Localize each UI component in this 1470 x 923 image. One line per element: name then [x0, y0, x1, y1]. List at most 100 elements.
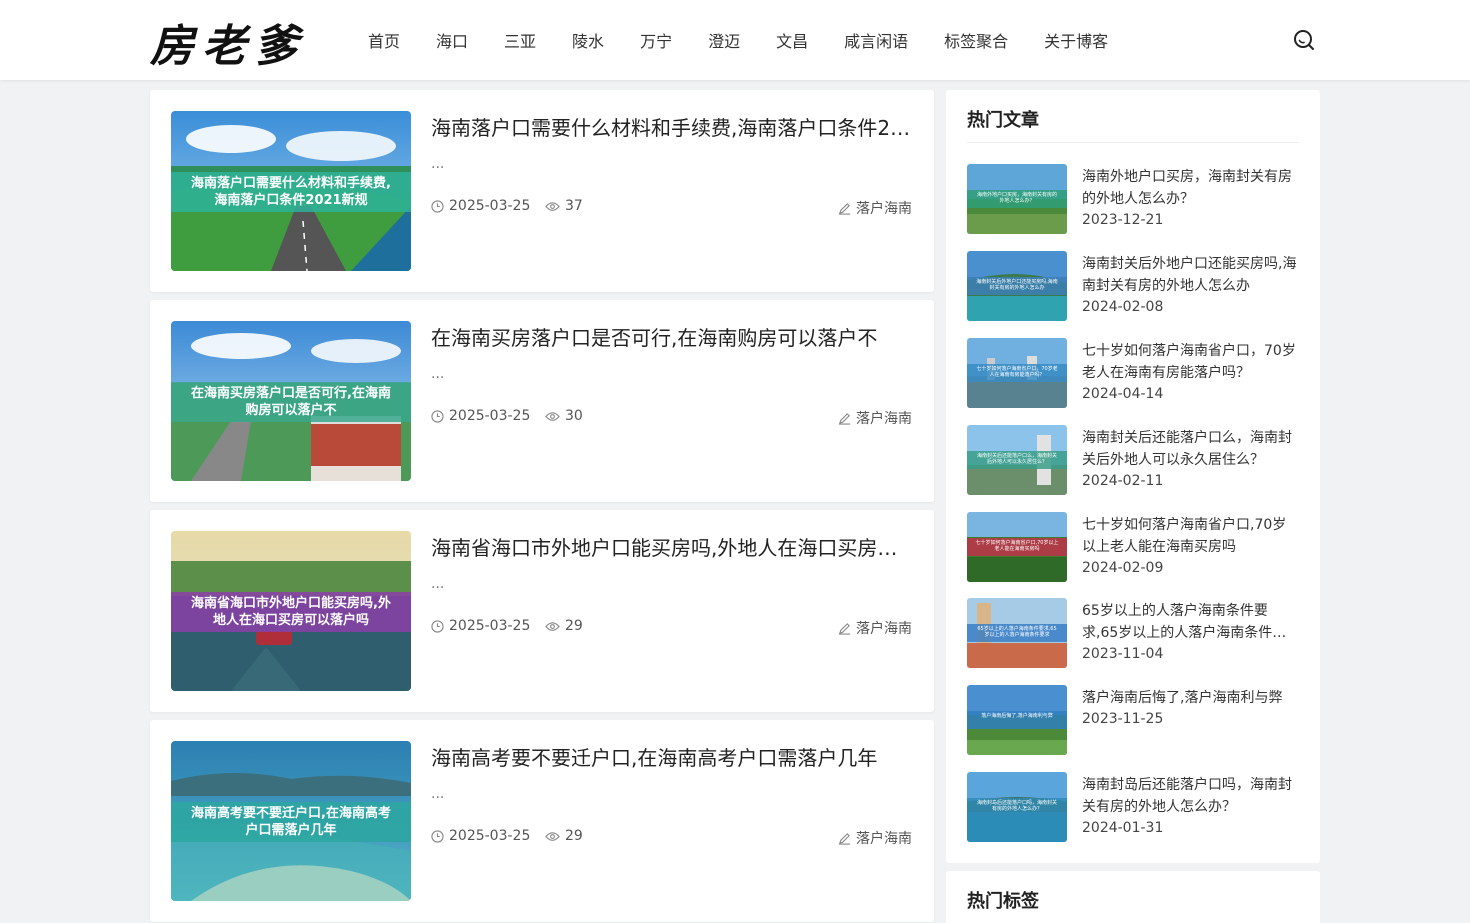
- post-card: 海南省海口市外地户口能买房吗,外地人在海口买房可以落户吗 海南省海口市外地户口能…: [150, 510, 934, 712]
- post-thumbnail[interactable]: 在海南买房落户口是否可行,在海南购房可以落户不: [171, 321, 411, 481]
- thumbnail-caption: 在海南买房落户口是否可行,在海南购房可以落户不: [171, 382, 411, 422]
- hot-tags-widget: 热门标签: [946, 871, 1320, 923]
- post-views: 29: [545, 828, 583, 844]
- hot-article-date: 2023-12-21: [1082, 212, 1164, 228]
- divider: [967, 142, 1299, 143]
- eye-icon: [545, 411, 560, 421]
- post-category-label: 落户海南: [856, 831, 912, 847]
- post-title[interactable]: 海南省海口市外地户口能买房吗,外地人在海口买房可以落户吗: [431, 532, 911, 561]
- post-excerpt: ...: [431, 156, 445, 172]
- hot-article-item[interactable]: 七十岁如何落户海南省户口，70岁老人在海南有房能落户吗？ 七十岁如何落户海南省户…: [967, 338, 1299, 408]
- nav-item-tags[interactable]: 标签聚合: [926, 28, 1026, 52]
- hot-article-item[interactable]: 海南外地户口买房，海南封关有房的外地人怎么办？ 海南外地户口买房，海南封关有房的…: [967, 164, 1299, 234]
- post-date: 2025-03-25: [431, 828, 530, 844]
- search-icon[interactable]: [1292, 28, 1316, 52]
- post-views-count: 29: [565, 828, 583, 844]
- post-date-text: 2025-03-25: [449, 618, 531, 634]
- nav-item-wenchang[interactable]: 文昌: [758, 28, 826, 52]
- hot-article-title: 七十岁如何落户海南省户口,70岁以上老人能在海南买房吗: [1082, 517, 1287, 555]
- edit-icon: [838, 832, 851, 845]
- hot-article-item[interactable]: 海南封关后外地户口还能买房吗,海南封关有房的外地人怎么办 海南封关后外地户口还能…: [967, 251, 1299, 321]
- hot-article-item[interactable]: 落户海南后悔了,落户海南利与弊 落户海南后悔了,落户海南利与弊 2023-11-…: [967, 685, 1299, 755]
- hot-article-title: 海南封岛后还能落户口吗，海南封关有房的外地人怎么办？: [1082, 777, 1292, 815]
- post-views-count: 37: [565, 198, 583, 214]
- hot-article-thumbnail: 海南封岛后还能落户口吗，海南封关有房的外地人怎么办？: [967, 772, 1067, 842]
- hot-article-thumbnail: 七十岁如何落户海南省户口,70岁以上老人能在海南买房吗: [967, 512, 1067, 582]
- nav-item-about[interactable]: 关于博客: [1026, 28, 1126, 52]
- eye-icon: [545, 621, 560, 631]
- thumbnail-caption: 海南省海口市外地户口能买房吗,外地人在海口买房可以落户吗: [171, 592, 411, 632]
- main-nav: 首页 海口 三亚 陵水 万宁 澄迈 文昌 咸言闲语 标签聚合 关于博客: [350, 0, 1126, 80]
- widget-title: 热门文章: [967, 110, 1039, 131]
- post-excerpt: ...: [431, 576, 445, 592]
- post-category[interactable]: 落户海南: [838, 828, 912, 848]
- hot-article-title: 海南封关后还能落户口么，海南封关后外地人可以永久居住么？: [1082, 430, 1292, 468]
- hot-article-thumbnail: 海南外地户口买房，海南封关有房的外地人怎么办？: [967, 164, 1067, 234]
- hot-article-date: 2024-02-11: [1082, 473, 1164, 489]
- post-category-label: 落户海南: [856, 621, 912, 637]
- post-title[interactable]: 海南落户口需要什么材料和手续费,海南落户口条件2021新规: [431, 112, 911, 141]
- post-date: 2025-03-25: [431, 618, 530, 634]
- post-card: 在海南买房落户口是否可行,在海南购房可以落户不 在海南买房落户口是否可行,在海南…: [150, 300, 934, 502]
- hot-thumbnail-caption: 落户海南后悔了,落户海南利与弊: [967, 711, 1067, 729]
- post-title[interactable]: 在海南买房落户口是否可行,在海南购房可以落户不: [431, 322, 911, 351]
- post-thumbnail[interactable]: 海南高考要不要迁户口,在海南高考户口需落户几年: [171, 741, 411, 901]
- post-thumbnail[interactable]: 海南落户口需要什么材料和手续费,海南落户口条件2021新规: [171, 111, 411, 271]
- hot-article-title: 七十岁如何落户海南省户口，70岁老人在海南有房能落户吗？: [1082, 343, 1296, 381]
- post-excerpt: ...: [431, 786, 445, 802]
- hot-thumbnail-caption: 七十岁如何落户海南省户口,70岁以上老人能在海南买房吗: [967, 538, 1067, 556]
- hot-article-title: 65岁以上的人落户海南条件要求,65岁以上的人落户海南条件要求: [1082, 603, 1287, 641]
- post-category[interactable]: 落户海南: [838, 408, 912, 428]
- hot-article-item[interactable]: 海南封关后还能落户口么，海南封关后外地人可以永久居住么？ 海南封关后还能落户口么…: [967, 425, 1299, 495]
- post-views: 29: [545, 618, 583, 634]
- post-category-label: 落户海南: [856, 411, 912, 427]
- hot-article-item[interactable]: 七十岁如何落户海南省户口,70岁以上老人能在海南买房吗 七十岁如何落户海南省户口…: [967, 512, 1299, 582]
- post-date-text: 2025-03-25: [449, 408, 531, 424]
- post-views: 30: [545, 408, 583, 424]
- nav-item-chat[interactable]: 咸言闲语: [826, 28, 926, 52]
- post-category[interactable]: 落户海南: [838, 618, 912, 638]
- hot-articles-widget: 热门文章 海南外地户口买房，海南封关有房的外地人怎么办？ 海南外地户口买房，海南…: [946, 90, 1320, 863]
- hot-thumbnail-caption: 七十岁如何落户海南省户口，70岁老人在海南有房能落户吗？: [967, 364, 1067, 382]
- clock-icon: [431, 829, 444, 843]
- nav-item-chengmai[interactable]: 澄迈: [690, 28, 758, 52]
- clock-icon: [431, 199, 444, 213]
- edit-icon: [838, 622, 851, 635]
- hot-thumbnail-caption: 65岁以上的人落户海南条件要求,65岁以上的人落户海南条件要求: [967, 624, 1067, 642]
- post-category-label: 落户海南: [856, 201, 912, 217]
- post-excerpt: ...: [431, 366, 445, 382]
- edit-icon: [838, 412, 851, 425]
- hot-article-thumbnail: 海南封关后外地户口还能买房吗,海南封关有房的外地人怎么办: [967, 251, 1067, 321]
- hot-article-thumbnail: 65岁以上的人落户海南条件要求,65岁以上的人落户海南条件要求: [967, 598, 1067, 668]
- post-card: 海南高考要不要迁户口,在海南高考户口需落户几年 海南高考要不要迁户口,在海南高考…: [150, 720, 934, 922]
- hot-article-date: 2024-01-31: [1082, 820, 1164, 836]
- nav-item-haikou[interactable]: 海口: [418, 28, 486, 52]
- nav-item-lingshui[interactable]: 陵水: [554, 28, 622, 52]
- eye-icon: [545, 201, 560, 211]
- hot-article-item[interactable]: 海南封岛后还能落户口吗，海南封关有房的外地人怎么办？ 海南封岛后还能落户口吗，海…: [967, 772, 1299, 842]
- post-category[interactable]: 落户海南: [838, 198, 912, 218]
- post-card: 海南落户口需要什么材料和手续费,海南落户口条件2021新规 海南落户口需要什么材…: [150, 90, 934, 292]
- edit-icon: [838, 202, 851, 215]
- thumbnail-caption: 海南落户口需要什么材料和手续费,海南落户口条件2021新规: [171, 172, 411, 212]
- clock-icon: [431, 409, 444, 423]
- hot-article-date: 2024-02-09: [1082, 560, 1164, 576]
- hot-thumbnail-caption: 海南封关后外地户口还能买房吗,海南封关有房的外地人怎么办: [967, 277, 1067, 295]
- nav-item-wanning[interactable]: 万宁: [622, 28, 690, 52]
- post-title[interactable]: 海南高考要不要迁户口,在海南高考户口需落户几年: [431, 742, 911, 771]
- post-date: 2025-03-25: [431, 198, 530, 214]
- hot-article-item[interactable]: 65岁以上的人落户海南条件要求,65岁以上的人落户海南条件要求 65岁以上的人落…: [967, 598, 1299, 668]
- hot-thumbnail-caption: 海南外地户口买房，海南封关有房的外地人怎么办？: [967, 190, 1067, 208]
- eye-icon: [545, 831, 560, 841]
- post-views: 37: [545, 198, 583, 214]
- site-logo[interactable]: 房老爹: [150, 10, 306, 74]
- hot-article-date: 2024-04-14: [1082, 386, 1164, 402]
- hot-article-date: 2023-11-25: [1082, 711, 1164, 727]
- hot-article-thumbnail: 七十岁如何落户海南省户口，70岁老人在海南有房能落户吗？: [967, 338, 1067, 408]
- hot-thumbnail-caption: 海南封岛后还能落户口吗，海南封关有房的外地人怎么办？: [967, 798, 1067, 816]
- nav-item-home[interactable]: 首页: [350, 28, 418, 52]
- nav-item-sanya[interactable]: 三亚: [486, 28, 554, 52]
- post-date-text: 2025-03-25: [449, 828, 531, 844]
- hot-article-date: 2023-11-04: [1082, 646, 1164, 662]
- post-thumbnail[interactable]: 海南省海口市外地户口能买房吗,外地人在海口买房可以落户吗: [171, 531, 411, 691]
